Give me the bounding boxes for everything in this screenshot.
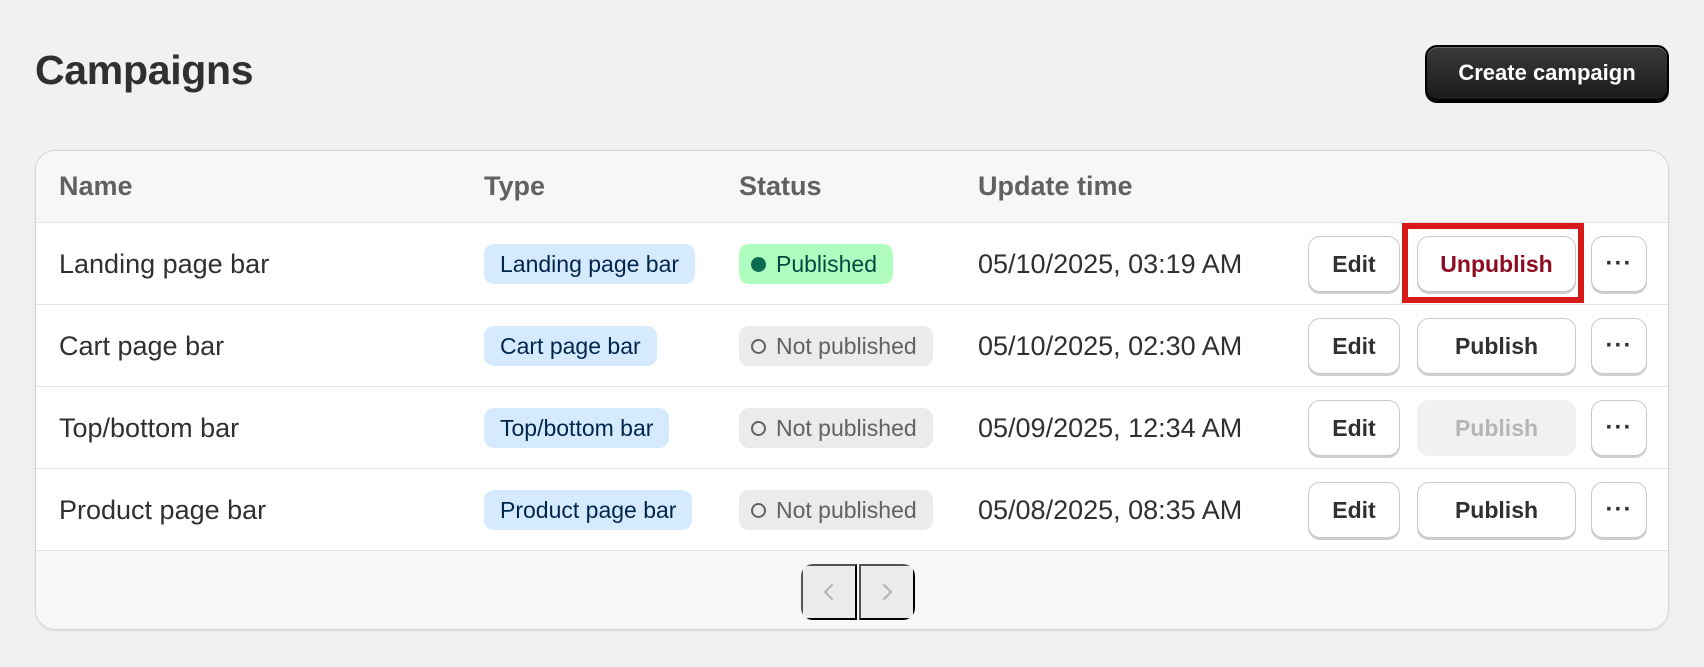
type-badge: Cart page bar — [484, 326, 657, 366]
type-badge: Top/bottom bar — [484, 408, 670, 448]
unpublish-button[interactable]: Unpublish — [1417, 236, 1576, 292]
table-row: Cart page bar Cart page bar Not publishe… — [36, 305, 1668, 387]
chevron-left-icon — [823, 583, 834, 601]
edit-button[interactable]: Edit — [1308, 236, 1400, 292]
pagination — [801, 564, 915, 620]
status-badge: Not published — [739, 490, 933, 530]
status-label: Not published — [776, 415, 917, 441]
table-footer — [36, 551, 1668, 629]
update-time: 05/10/2025, 02:30 AM — [978, 330, 1243, 361]
status-badge: Not published — [739, 326, 933, 366]
table-row: Top/bottom bar Top/bottom bar Not publis… — [36, 387, 1668, 469]
not-published-dot-icon — [751, 502, 766, 518]
column-header-type: Type — [484, 171, 546, 201]
status-badge: Published — [739, 244, 894, 284]
campaigns-page: Campaigns Create campaign Name Type Stat… — [0, 0, 1704, 667]
type-badge: Product page bar — [484, 490, 693, 530]
campaign-name: Cart page bar — [59, 330, 225, 361]
more-actions-icon[interactable]: ··· — [1591, 400, 1647, 456]
campaign-name: Product page bar — [59, 494, 267, 525]
status-badge: Not published — [739, 408, 933, 448]
table-row: Product page bar Product page bar Not pu… — [36, 469, 1668, 551]
chevron-right-icon — [882, 583, 893, 601]
page-title: Campaigns — [35, 47, 254, 93]
publish-button-disabled: Publish — [1417, 400, 1576, 456]
not-published-dot-icon — [751, 338, 766, 354]
status-label: Published — [776, 251, 878, 277]
campaign-name: Landing page bar — [59, 248, 270, 279]
status-label: Not published — [776, 333, 917, 359]
edit-button[interactable]: Edit — [1308, 318, 1400, 374]
type-badge: Landing page bar — [484, 244, 696, 284]
edit-button[interactable]: Edit — [1308, 400, 1400, 456]
previous-page-button[interactable] — [801, 564, 857, 620]
status-label: Not published — [776, 497, 917, 523]
publish-button[interactable]: Publish — [1417, 482, 1576, 538]
more-actions-icon[interactable]: ··· — [1591, 236, 1647, 292]
table-row: Landing page bar Landing page bar Publis… — [36, 223, 1668, 305]
column-header-update-time: Update time — [978, 171, 1133, 201]
table-header: Name Type Status Update time — [36, 151, 1668, 223]
create-campaign-button[interactable]: Create campaign — [1425, 45, 1669, 101]
more-actions-icon[interactable]: ··· — [1591, 482, 1647, 538]
column-header-status: Status — [739, 171, 822, 201]
campaigns-table: Name Type Status Update time Landing pag… — [35, 150, 1669, 630]
update-time: 05/10/2025, 03:19 AM — [978, 248, 1243, 279]
more-actions-icon[interactable]: ··· — [1591, 318, 1647, 374]
campaign-name: Top/bottom bar — [59, 412, 240, 443]
next-page-button[interactable] — [859, 564, 915, 620]
update-time: 05/08/2025, 08:35 AM — [978, 494, 1243, 525]
edit-button[interactable]: Edit — [1308, 482, 1400, 538]
publish-button[interactable]: Publish — [1417, 318, 1576, 374]
update-time: 05/09/2025, 12:34 AM — [978, 412, 1243, 443]
not-published-dot-icon — [751, 420, 766, 436]
column-header-name: Name — [59, 171, 133, 201]
published-dot-icon — [751, 256, 766, 272]
